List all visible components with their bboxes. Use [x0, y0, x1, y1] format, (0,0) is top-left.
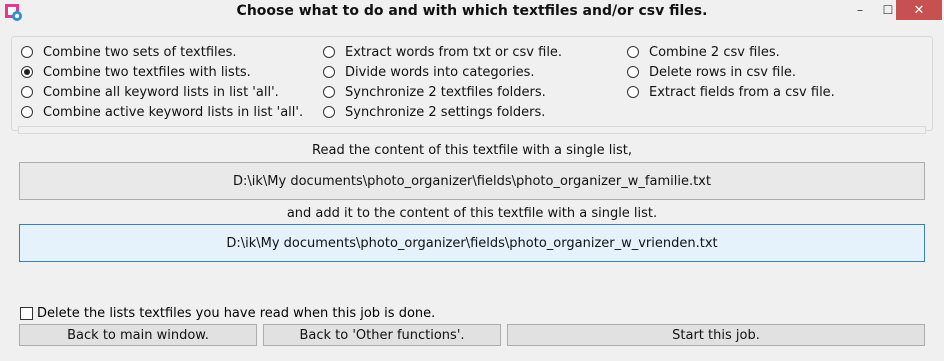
- radio-label: Synchronize 2 settings folders.: [345, 104, 546, 120]
- window-title: Choose what to do and with which textfil…: [236, 3, 708, 19]
- radio-label: Extract words from txt or csv file.: [345, 44, 563, 60]
- radio-circle: [323, 106, 335, 118]
- radio-extract-fields-csv[interactable]: Extract fields from a csv file.: [627, 83, 835, 101]
- radio-label: Combine all keyword lists in list 'all'.: [43, 84, 279, 100]
- delete-lists-label: Delete the lists textfiles you have read…: [37, 306, 436, 321]
- radio-label: Delete rows in csv file.: [649, 64, 797, 80]
- radio-circle: [21, 46, 33, 58]
- radio-circle: [323, 86, 335, 98]
- source-file-button[interactable]: D:\ik\My documents\photo_organizer\field…: [19, 162, 925, 200]
- radio-label: Combine two textfiles with lists.: [43, 64, 251, 80]
- radio-label: Divide words into categories.: [345, 64, 535, 80]
- radio-circle: [21, 106, 33, 118]
- radio-combine-two-textfiles[interactable]: Combine two textfiles with lists.: [21, 63, 251, 81]
- radio-combine-csv[interactable]: Combine 2 csv files.: [627, 43, 780, 61]
- radio-extract-words[interactable]: Extract words from txt or csv file.: [323, 43, 562, 61]
- back-to-other-functions-button[interactable]: Back to 'Other functions'.: [263, 324, 501, 346]
- job-options-panel: Combine two sets of textfiles. Combine t…: [11, 36, 933, 131]
- radio-circle: [21, 86, 33, 98]
- close-button[interactable]: ✕: [896, 0, 942, 20]
- checkbox-box: [20, 307, 33, 320]
- start-job-button[interactable]: Start this job.: [507, 324, 925, 346]
- separator-bar: [18, 126, 926, 134]
- minimize-button[interactable]: –: [845, 0, 875, 20]
- radio-label: Combine active keyword lists in list 'al…: [43, 104, 304, 120]
- radio-sync-settings-folders[interactable]: Synchronize 2 settings folders.: [323, 103, 545, 121]
- target-file-button[interactable]: D:\ik\My documents\photo_organizer\field…: [19, 224, 925, 262]
- radio-label: Synchronize 2 textfiles folders.: [345, 84, 546, 100]
- radio-sync-textfiles-folders[interactable]: Synchronize 2 textfiles folders.: [323, 83, 546, 101]
- target-caption: and add it to the content of this textfi…: [286, 206, 658, 221]
- radio-circle: [323, 66, 335, 78]
- radio-label: Extract fields from a csv file.: [649, 84, 835, 100]
- radio-circle: [627, 46, 639, 58]
- radio-label: Combine 2 csv files.: [649, 44, 780, 60]
- radio-delete-rows-csv[interactable]: Delete rows in csv file.: [627, 63, 796, 81]
- back-to-main-button[interactable]: Back to main window.: [19, 324, 257, 346]
- radio-combine-two-sets[interactable]: Combine two sets of textfiles.: [21, 43, 237, 61]
- radio-label: Combine two sets of textfiles.: [43, 44, 237, 60]
- radio-combine-all-keyword-lists[interactable]: Combine all keyword lists in list 'all'.: [21, 83, 279, 101]
- source-caption: Read the content of this textfile with a…: [312, 143, 632, 158]
- title-bar: Choose what to do and with which textfil…: [0, 0, 944, 28]
- client-area: Combine two sets of textfiles. Combine t…: [8, 30, 936, 353]
- radio-combine-active-keyword-lists[interactable]: Combine active keyword lists in list 'al…: [21, 103, 303, 121]
- delete-lists-checkbox[interactable]: Delete the lists textfiles you have read…: [20, 306, 435, 321]
- radio-divide-words[interactable]: Divide words into categories.: [323, 63, 534, 81]
- radio-circle: [21, 66, 33, 78]
- radio-circle: [627, 86, 639, 98]
- radio-circle: [323, 46, 335, 58]
- radio-circle: [627, 66, 639, 78]
